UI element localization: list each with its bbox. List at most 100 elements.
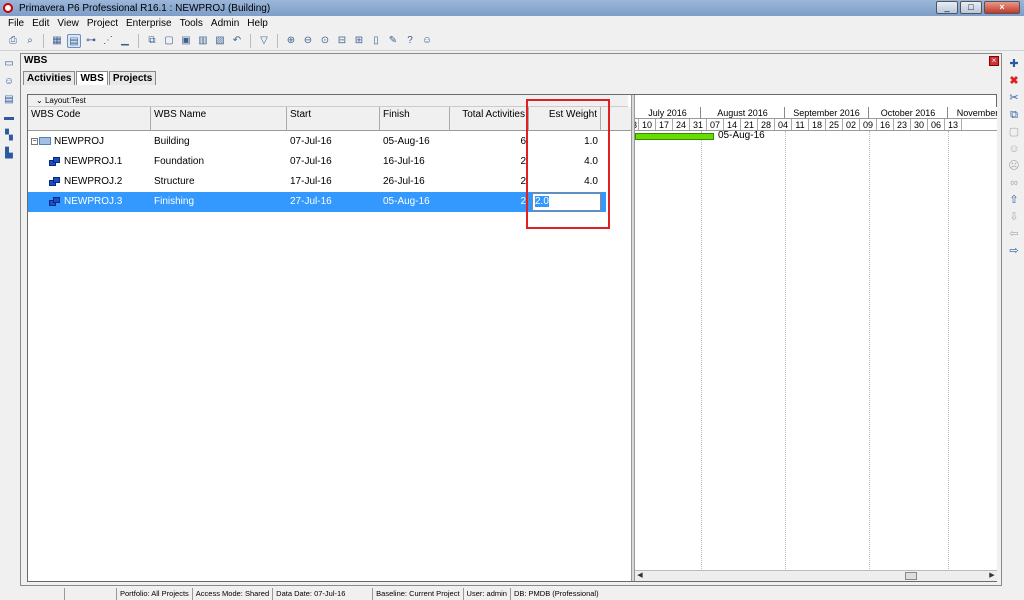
month-label: November <box>948 107 997 118</box>
undo-icon[interactable]: ↶ <box>230 34 244 48</box>
print-preview-icon[interactable]: ⌕ <box>23 34 37 48</box>
tab-activities[interactable]: Activities <box>23 71 76 85</box>
move-right-icon[interactable]: ⇨ <box>1008 245 1020 257</box>
total-activities: 2 <box>520 176 526 187</box>
gantt-summary-bar[interactable] <box>635 133 714 140</box>
menu-tools[interactable]: Tools <box>180 18 203 29</box>
start-date: 07-Jul-16 <box>290 156 332 167</box>
paste-icon[interactable]: ▢ <box>1008 126 1020 138</box>
panel-close-icon[interactable]: × <box>989 56 999 66</box>
day-label: 11 <box>792 119 809 130</box>
resources-icon[interactable]: ☺ <box>3 76 15 88</box>
paste-icon[interactable]: ▢ <box>162 34 176 48</box>
wbs-icon[interactable]: ▚ <box>3 130 15 142</box>
add-icon[interactable]: ✚ <box>1008 58 1020 70</box>
menu-help[interactable]: Help <box>247 18 268 29</box>
close-button[interactable]: × <box>984 1 1020 14</box>
table-row[interactable]: NEWPROJ.1 Foundation 07-Jul-16 16-Jul-16… <box>28 152 606 172</box>
menu-view[interactable]: View <box>57 18 79 29</box>
columns-icon[interactable]: ▧ <box>213 34 227 48</box>
day-label: 04 <box>775 119 792 130</box>
tracking-icon[interactable]: ▬ <box>3 112 15 124</box>
issues-icon[interactable]: ▙ <box>3 148 15 160</box>
notes-icon[interactable]: ✎ <box>386 34 400 48</box>
layout-label: Layout:Test <box>44 96 86 105</box>
gantt-horizontal-scrollbar[interactable]: ◀ ▶ <box>635 570 997 581</box>
move-left-icon[interactable]: ⇦ <box>1008 228 1020 240</box>
assign-icon[interactable]: ☺ <box>1008 143 1020 155</box>
toolbar-divider <box>250 33 251 48</box>
delete-icon[interactable]: ✖ <box>1008 75 1020 87</box>
toolbar-divider <box>277 33 278 48</box>
col-start[interactable]: Start <box>287 107 380 131</box>
panel-tabs: Activities WBS Projects <box>23 71 157 85</box>
menu-enterprise[interactable]: Enterprise <box>126 18 172 29</box>
total-activities: 6 <box>520 136 526 147</box>
layout-icon[interactable]: ▥ <box>196 34 210 48</box>
gantt-gridline <box>701 131 702 571</box>
menu-edit[interactable]: Edit <box>32 18 49 29</box>
reports-icon[interactable]: ▤ <box>3 94 15 106</box>
panel-title: WBS <box>24 55 48 66</box>
zoom-out-icon[interactable]: ⊖ <box>301 34 315 48</box>
menu-admin[interactable]: Admin <box>211 18 239 29</box>
scroll-left-icon[interactable]: ◀ <box>635 571 645 581</box>
menu-project[interactable]: Project <box>87 18 118 29</box>
col-wbs-name[interactable]: WBS Name <box>151 107 287 131</box>
gantt-chart: July 2016 August 2016 September 2016 Oct… <box>635 107 997 581</box>
table-row[interactable]: − NEWPROJ Building 07-Jul-16 05-Aug-16 6 … <box>28 132 606 152</box>
bars-icon[interactable]: ▯ <box>369 34 383 48</box>
unassign-icon[interactable]: ☹ <box>1008 160 1020 172</box>
project-icon <box>39 137 51 146</box>
help-icon[interactable]: ? <box>403 34 417 48</box>
gantt-month-header: July 2016 August 2016 September 2016 Oct… <box>635 107 997 119</box>
projects-icon[interactable]: ▭ <box>3 58 15 70</box>
scroll-right-icon[interactable]: ▶ <box>987 571 997 581</box>
status-access-mode: Access Mode: Shared <box>191 588 272 600</box>
cut-icon[interactable]: ▣ <box>179 34 193 48</box>
menu-file[interactable]: File <box>8 18 24 29</box>
day-label: 25 <box>826 119 843 130</box>
copy-icon[interactable]: ⧉ <box>1008 109 1020 121</box>
col-total-activities[interactable]: Total Activities <box>450 107 529 131</box>
minimize-button[interactable]: _ <box>936 1 958 14</box>
copy-icon[interactable]: ⧉ <box>145 34 159 48</box>
collapse-icon[interactable]: − <box>31 137 38 145</box>
status-blank <box>64 588 116 600</box>
move-down-icon[interactable]: ⇩ <box>1008 211 1020 223</box>
histogram-icon[interactable]: ▁ <box>118 34 132 48</box>
gantt-gridline <box>785 131 786 571</box>
col-wbs-code[interactable]: WBS Code <box>28 107 151 131</box>
tab-projects[interactable]: Projects <box>108 71 157 85</box>
gantt-gridline <box>869 131 870 571</box>
expand-icon[interactable]: ⊞ <box>352 34 366 48</box>
network-view-icon[interactable]: ⊶ <box>84 34 98 48</box>
move-up-icon[interactable]: ⇧ <box>1008 194 1020 206</box>
day-label: 17 <box>656 119 673 130</box>
tab-wbs[interactable]: WBS <box>76 71 108 85</box>
wbs-name: Structure <box>154 176 195 187</box>
link-icon[interactable]: ∞ <box>1008 177 1020 189</box>
zoom-in-icon[interactable]: ⊕ <box>284 34 298 48</box>
settings-icon[interactable]: ☺ <box>420 34 434 48</box>
filter-icon[interactable]: ▽ <box>257 34 271 48</box>
wbs-panel: WBS × Activities WBS Projects ⌄ Layout:T… <box>20 53 1002 586</box>
zoom-fit-icon[interactable]: ⊙ <box>318 34 332 48</box>
window-title: Primavera P6 Professional R16.1 : NEWPRO… <box>19 2 271 14</box>
cut-icon[interactable]: ✂ <box>1008 92 1020 104</box>
wbs-name: Building <box>154 136 190 147</box>
gantt-view-icon[interactable]: ▤ <box>67 33 81 48</box>
collapse-icon[interactable]: ⊟ <box>335 34 349 48</box>
chart-view-icon[interactable]: ⋰ <box>101 34 115 48</box>
table-row[interactable]: NEWPROJ.2 Structure 17-Jul-16 26-Jul-16 … <box>28 172 606 192</box>
col-finish[interactable]: Finish <box>380 107 450 131</box>
maximize-button[interactable]: □ <box>960 1 982 14</box>
right-sidebar: ✚ ✖ ✂ ⧉ ▢ ☺ ☹ ∞ ⇧ ⇩ ⇦ ⇨ <box>1004 52 1024 272</box>
print-icon[interactable]: ⎙ <box>6 34 20 48</box>
menu-bar: File Edit View Project Enterprise Tools … <box>0 16 1024 31</box>
table-view-icon[interactable]: ▦ <box>50 34 64 48</box>
scroll-thumb[interactable] <box>905 572 917 580</box>
day-label: 06 <box>928 119 945 130</box>
table-row-selected[interactable]: NEWPROJ.3 Finishing 27-Jul-16 05-Aug-16 … <box>28 192 606 212</box>
toolbar-divider <box>138 33 139 48</box>
